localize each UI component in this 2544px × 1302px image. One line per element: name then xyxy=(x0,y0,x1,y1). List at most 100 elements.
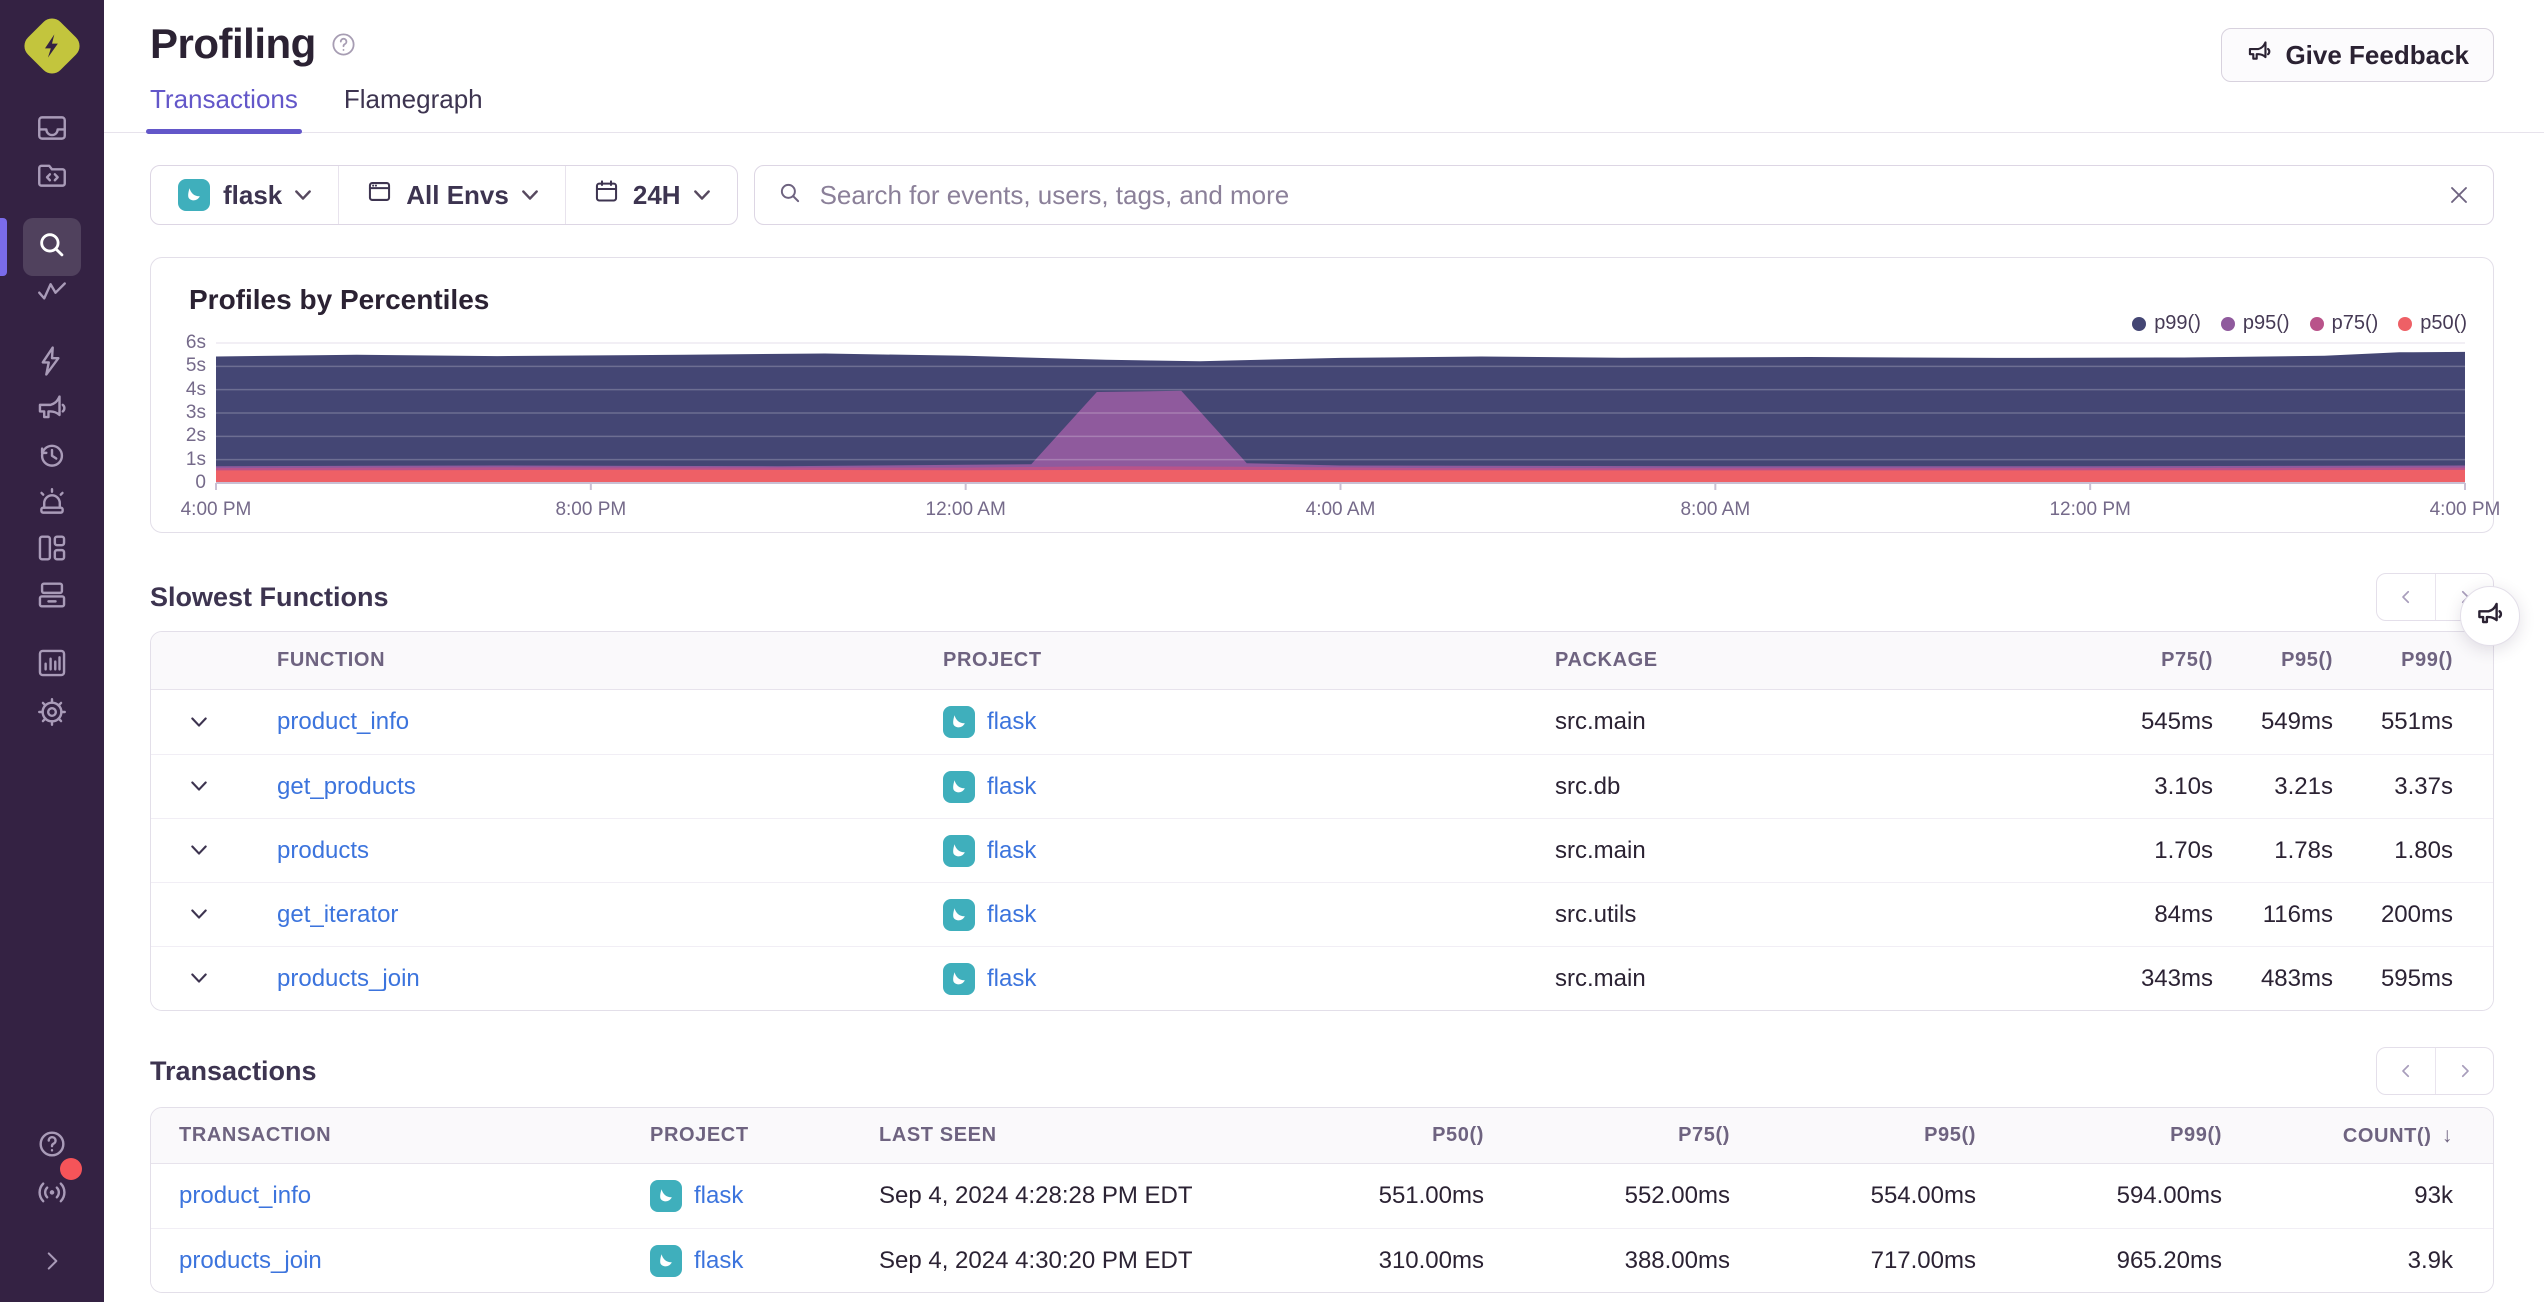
flask-project-icon xyxy=(943,962,975,995)
p50-cell: 310.00ms xyxy=(1378,1246,1484,1274)
expand-row-button[interactable] xyxy=(151,781,247,792)
project-link[interactable]: flask xyxy=(694,1182,743,1210)
p75-cell: 3.10s xyxy=(2154,772,2213,800)
project-link[interactable]: flask xyxy=(987,773,1036,801)
function-link[interactable]: products_join xyxy=(277,965,420,992)
tab-flamegraph[interactable]: Flamegraph xyxy=(344,84,483,132)
give-feedback-button[interactable]: Give Feedback xyxy=(2221,28,2494,82)
y-tick-label: 0 xyxy=(195,472,206,493)
column-header[interactable]: P95() xyxy=(1730,1124,1976,1147)
expand-row-button[interactable] xyxy=(151,909,247,920)
legend-item[interactable]: p50() xyxy=(2398,312,2467,335)
transactions-pagination xyxy=(2376,1047,2494,1095)
project-link[interactable]: flask xyxy=(987,837,1036,865)
flask-project-icon xyxy=(650,1244,682,1277)
last-seen-cell: Sep 4, 2024 4:28:28 PM EDT xyxy=(879,1182,1193,1209)
chevron-down-icon xyxy=(693,189,710,201)
page-title: Profiling xyxy=(150,20,316,67)
x-axis-labels: 4:00 PM 8:00 PM 12:00 AM 4:00 AM 8:00 AM 12:0… xyxy=(181,499,2501,525)
package-cell: src.main xyxy=(1555,708,1646,735)
bar-chart-icon xyxy=(35,646,69,685)
column-header[interactable]: P99() xyxy=(1976,1124,2222,1147)
function-link[interactable]: products xyxy=(277,837,369,864)
sidebar-item-quickstart[interactable] xyxy=(24,339,80,387)
sidebar-item-dashboards[interactable] xyxy=(24,526,80,574)
search-input[interactable] xyxy=(817,178,2432,212)
column-header[interactable]: TRANSACTION xyxy=(151,1124,650,1147)
column-header[interactable]: P75() xyxy=(2093,649,2213,672)
search-icon xyxy=(35,228,69,267)
p99-cell: 3.37s xyxy=(2394,772,2453,800)
function-link[interactable]: get_iterator xyxy=(277,901,398,928)
sidebar-item-alerts[interactable] xyxy=(24,480,80,528)
sidebar-collapse-button[interactable] xyxy=(24,1239,80,1287)
column-header[interactable]: P95() xyxy=(2213,649,2333,672)
y-tick-label: 4s xyxy=(185,378,206,400)
p75-cell: 545ms xyxy=(2140,708,2213,735)
percentiles-chart-svg xyxy=(215,342,2466,490)
sidebar-item-feedback[interactable] xyxy=(24,386,80,434)
column-header[interactable]: FUNCTION xyxy=(247,649,927,672)
prev-page-button[interactable] xyxy=(2377,574,2435,620)
sidebar-item-replays[interactable] xyxy=(24,433,80,481)
clear-search-icon[interactable] xyxy=(2447,183,2471,207)
legend-dot xyxy=(2132,316,2147,331)
date-range-selector[interactable]: 24H xyxy=(564,166,737,224)
table-header-row: FUNCTION PROJECT PACKAGE P75() P95() P99() xyxy=(151,632,2493,690)
function-link[interactable]: get_products xyxy=(277,773,416,800)
sidebar-item-stats[interactable] xyxy=(24,641,80,689)
sidebar-item-explore[interactable] xyxy=(24,153,80,201)
expand-row-button[interactable] xyxy=(151,845,247,856)
search-bar[interactable] xyxy=(753,165,2494,225)
expand-row-button[interactable] xyxy=(151,716,247,728)
sidebar-item-settings[interactable] xyxy=(24,690,80,738)
column-header[interactable]: PACKAGE xyxy=(1555,649,2093,672)
sentry-logo[interactable] xyxy=(19,13,85,79)
legend-dot xyxy=(2309,316,2324,331)
floating-feedback-button[interactable] xyxy=(2460,586,2520,646)
sidebar-item-metrics[interactable] xyxy=(24,270,80,318)
chevron-down-icon xyxy=(521,189,538,201)
package-cell: src.utils xyxy=(1555,900,1637,928)
legend-item[interactable]: p95() xyxy=(2220,312,2290,335)
sidebar-item-search-active[interactable] xyxy=(23,218,81,276)
column-header[interactable]: P75() xyxy=(1484,1124,1730,1147)
p95-cell: 483ms xyxy=(2260,964,2333,992)
prev-page-button[interactable] xyxy=(2377,1048,2435,1094)
y-tick-label: 5s xyxy=(185,355,206,377)
sidebar-item-issues[interactable] xyxy=(24,106,80,154)
flask-project-icon xyxy=(943,770,975,803)
transaction-link[interactable]: product_info xyxy=(179,1182,311,1209)
column-header[interactable]: P50() xyxy=(1238,1124,1484,1147)
project-link[interactable]: flask xyxy=(987,708,1036,736)
legend-item[interactable]: p99() xyxy=(2132,312,2201,335)
p75-cell: 552.00ms xyxy=(1624,1182,1730,1209)
column-header[interactable]: PROJECT xyxy=(650,1124,879,1147)
slowest-function-row: products flask src.main 1.70s 1.78s 1.80s xyxy=(151,818,2493,882)
chart-title: Profiles by Percentiles xyxy=(189,284,490,315)
y-tick-label: 3s xyxy=(185,402,206,423)
p95-cell: 3.21s xyxy=(2274,772,2333,800)
project-link[interactable]: flask xyxy=(694,1247,743,1275)
column-header[interactable]: COUNT() ↓ xyxy=(2222,1124,2453,1148)
transactions-table: TRANSACTION PROJECT LAST SEEN P50() P75() P95… xyxy=(150,1107,2494,1293)
legend-item[interactable]: p75() xyxy=(2309,312,2378,335)
tab-transactions[interactable]: Transactions xyxy=(146,84,302,134)
column-header[interactable]: PROJECT xyxy=(927,649,1555,672)
transaction-link[interactable]: products_join xyxy=(179,1247,322,1274)
project-selector[interactable]: flask xyxy=(151,166,338,224)
function-link[interactable]: product_info xyxy=(277,708,409,735)
column-header[interactable]: LAST SEEN xyxy=(879,1124,1238,1147)
project-link[interactable]: flask xyxy=(987,965,1036,993)
expand-row-button[interactable] xyxy=(151,973,247,984)
project-link[interactable]: flask xyxy=(987,901,1036,929)
help-circle-icon[interactable] xyxy=(330,31,357,58)
p95-cell: 717.00ms xyxy=(1870,1246,1976,1274)
column-header[interactable]: P99() xyxy=(2333,649,2453,672)
sidebar-item-releases[interactable] xyxy=(24,573,80,621)
series-p99 xyxy=(216,351,2465,483)
p99-cell: 1.80s xyxy=(2394,836,2453,864)
next-page-button[interactable] xyxy=(2435,1048,2493,1094)
environment-selector[interactable]: All Envs xyxy=(338,166,565,224)
main-content: Profiling Give Feedback Transactions Fla… xyxy=(104,0,2544,1293)
